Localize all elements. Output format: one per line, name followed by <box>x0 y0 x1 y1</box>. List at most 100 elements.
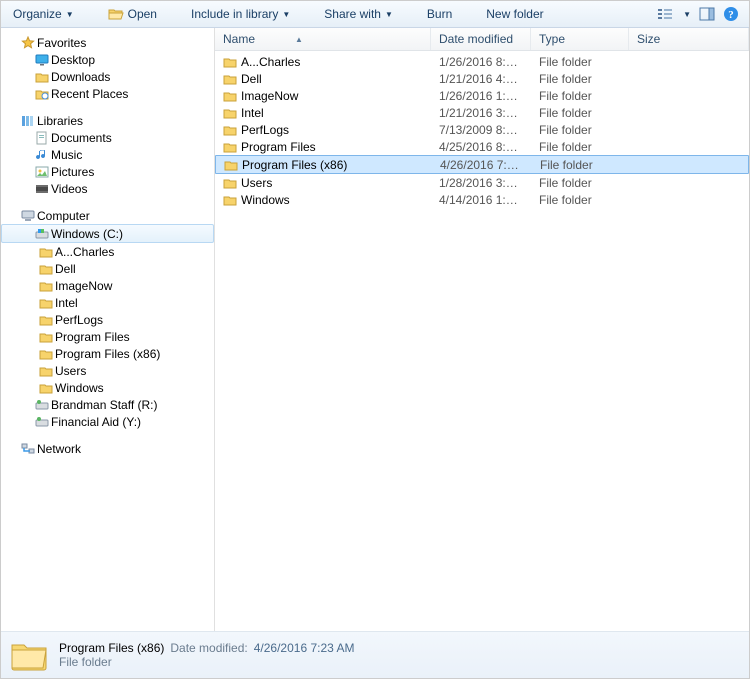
nav-documents[interactable]: Documents <box>1 129 214 146</box>
nav-computer-header[interactable]: Computer <box>1 207 214 224</box>
cell-date: 1/21/2016 4:04 PM <box>431 72 531 86</box>
cell-name: Windows <box>215 193 431 207</box>
help-icon[interactable]: ? <box>723 6 739 22</box>
sort-ascending-icon: ▲ <box>295 35 303 44</box>
nav-pane: Favorites Desktop Downloads Recent Place… <box>1 28 215 631</box>
folder-large-icon <box>9 635 49 675</box>
folder-icon <box>223 124 237 136</box>
nav-tree-folder[interactable]: PerfLogs <box>1 311 214 328</box>
folder-icon <box>223 90 237 102</box>
libraries-icon <box>19 114 37 128</box>
view-options-icon[interactable] <box>657 7 675 21</box>
newfolder-label: New folder <box>486 7 543 21</box>
file-row[interactable]: Windows4/14/2016 1:03 AMFile folder <box>215 191 749 208</box>
videos-icon <box>33 183 51 195</box>
nav-tree-folder[interactable]: Dell <box>1 260 214 277</box>
col-date-label: Date modified <box>439 32 513 46</box>
cell-type: File folder <box>531 106 629 120</box>
nav-tree-folder[interactable]: Windows <box>1 379 214 396</box>
cell-name: ImageNow <box>215 89 431 103</box>
dropdown-icon: ▼ <box>66 10 74 19</box>
file-row[interactable]: ImageNow1/26/2016 1:45 PMFile folder <box>215 87 749 104</box>
toolbar-right: ▼ ? <box>657 6 743 22</box>
cell-type: File folder <box>531 72 629 86</box>
open-button[interactable]: Open <box>102 5 163 23</box>
new-folder-button[interactable]: New folder <box>480 5 549 23</box>
file-row[interactable]: Intel1/21/2016 3:59 PMFile folder <box>215 104 749 121</box>
organize-label: Organize <box>13 7 62 21</box>
music-icon <box>33 148 51 162</box>
network-label: Network <box>37 442 81 456</box>
col-size[interactable]: Size <box>629 28 749 50</box>
file-row[interactable]: Program Files (x86)4/26/2016 7:23 AMFile… <box>215 155 749 174</box>
nav-tree-folder[interactable]: Program Files <box>1 328 214 345</box>
nav-item-label: Windows <box>55 381 104 395</box>
col-type-label: Type <box>539 32 565 46</box>
dropdown-icon: ▼ <box>282 10 290 19</box>
nav-drive-c[interactable]: Windows (C:) <box>1 224 214 243</box>
nav-network-header[interactable]: Network <box>1 440 214 457</box>
nav-desktop[interactable]: Desktop <box>1 51 214 68</box>
cell-date: 4/25/2016 8:24 AM <box>431 140 531 154</box>
nav-music[interactable]: Music <box>1 146 214 163</box>
nav-tree-folder[interactable]: A...Charles <box>1 243 214 260</box>
content-pane: Name ▲ Date modified Type Size A...Charl… <box>215 28 749 631</box>
nav-drive-y[interactable]: Financial Aid (Y:) <box>1 413 214 430</box>
star-icon <box>19 36 37 50</box>
dropdown-icon[interactable]: ▼ <box>683 10 691 19</box>
file-name: Windows <box>241 193 290 207</box>
col-name[interactable]: Name ▲ <box>215 28 431 50</box>
cell-date: 1/21/2016 3:59 PM <box>431 106 531 120</box>
nav-item-label: Pictures <box>51 165 94 179</box>
nav-videos[interactable]: Videos <box>1 180 214 197</box>
cell-name: A...Charles <box>215 55 431 69</box>
nav-tree-folder[interactable]: Intel <box>1 294 214 311</box>
include-library-button[interactable]: Include in library ▼ <box>185 5 296 23</box>
folder-icon <box>37 331 55 343</box>
nav-favorites-header[interactable]: Favorites <box>1 34 214 51</box>
details-title: Program Files (x86) <box>59 641 164 655</box>
nav-downloads[interactable]: Downloads <box>1 68 214 85</box>
col-type[interactable]: Type <box>531 28 629 50</box>
nav-item-label: Program Files <box>55 330 130 344</box>
nav-item-label: Downloads <box>51 70 110 84</box>
nav-item-label: A...Charles <box>55 245 114 259</box>
nav-tree-folder[interactable]: Program Files (x86) <box>1 345 214 362</box>
desktop-icon <box>33 54 51 66</box>
toolbar: Organize ▼ Open Include in library ▼ Sha… <box>1 1 749 28</box>
nav-drive-r[interactable]: Brandman Staff (R:) <box>1 396 214 413</box>
svg-text:?: ? <box>728 9 734 21</box>
file-row[interactable]: Program Files 4/25/2016 8:24 AMFile folde… <box>215 138 749 155</box>
drive-icon <box>33 228 51 240</box>
organize-button[interactable]: Organize ▼ <box>7 5 80 23</box>
cell-type: File folder <box>531 140 629 154</box>
folder-icon <box>37 348 55 360</box>
nav-libraries-header[interactable]: Libraries <box>1 112 214 129</box>
file-name: Program Files <box>241 140 316 154</box>
preview-pane-icon[interactable] <box>699 7 715 21</box>
network-drive-icon <box>33 399 51 411</box>
cell-date: 1/26/2016 8:25 AM <box>431 55 531 69</box>
col-size-label: Size <box>637 32 660 46</box>
folder-icon <box>223 194 237 206</box>
burn-button[interactable]: Burn <box>421 5 458 23</box>
cell-date: 7/13/2009 8:20 PM <box>431 123 531 137</box>
network-drive-icon <box>33 416 51 428</box>
nav-computer-group: Computer Windows (C:) A...CharlesDellIma… <box>1 207 214 430</box>
file-row[interactable]: Dell1/21/2016 4:04 PMFile folder <box>215 70 749 87</box>
cell-type: File folder <box>531 176 629 190</box>
cell-name: Program Files <box>215 140 431 154</box>
file-row[interactable]: A...Charles1/26/2016 8:25 AMFile folder <box>215 53 749 70</box>
nav-item-label: Program Files (x86) <box>55 347 160 361</box>
nav-tree-folder[interactable]: ImageNow <box>1 277 214 294</box>
nav-recent[interactable]: Recent Places <box>1 85 214 102</box>
nav-tree-folder[interactable]: Users <box>1 362 214 379</box>
col-date[interactable]: Date modified <box>431 28 531 50</box>
nav-pictures[interactable]: Pictures <box>1 163 214 180</box>
file-row[interactable]: PerfLogs7/13/2009 8:20 PMFile folder <box>215 121 749 138</box>
nav-item-label: Windows (C:) <box>51 227 123 241</box>
folder-icon <box>223 107 237 119</box>
file-row[interactable]: Users1/28/2016 3:17 PMFile folder <box>215 174 749 191</box>
share-with-button[interactable]: Share with ▼ <box>318 5 399 23</box>
folder-icon <box>37 297 55 309</box>
